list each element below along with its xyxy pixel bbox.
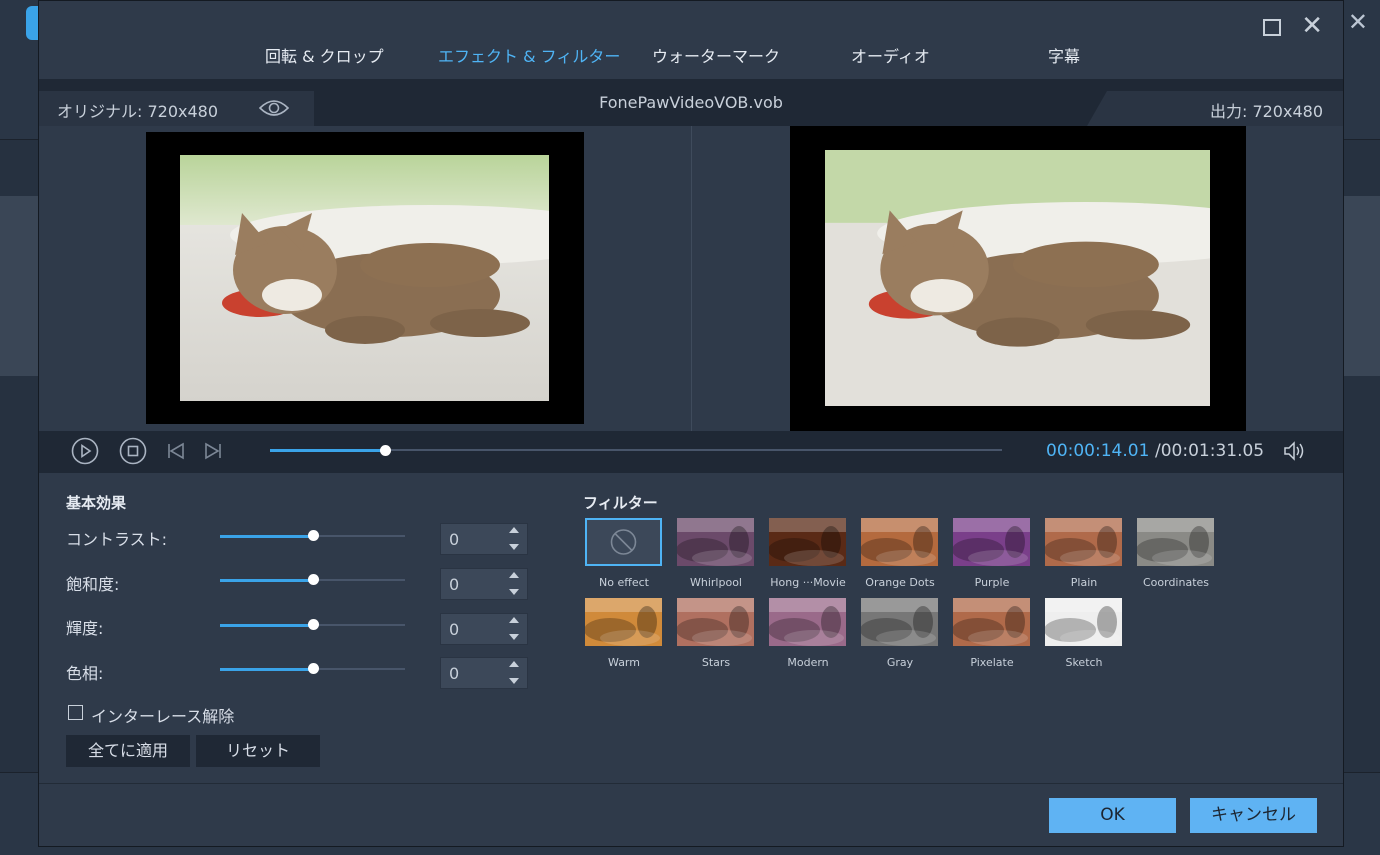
maximize-icon[interactable] [1263, 19, 1281, 36]
brightness-value[interactable]: 0 [449, 620, 459, 639]
app-close-icon[interactable]: ✕ [1348, 8, 1368, 36]
filter-preview-image [1137, 518, 1214, 566]
contrast-slider-handle[interactable] [307, 530, 319, 541]
timeline-handle[interactable] [379, 445, 391, 456]
contrast-value[interactable]: 0 [449, 530, 459, 549]
basic-effects-title: 基本効果 [66, 494, 127, 512]
increment-arrow-icon[interactable] [509, 617, 519, 623]
deinterlace-label[interactable]: インターレース解除 [91, 703, 234, 727]
brightness-slider-fill [220, 624, 313, 627]
reset-button[interactable]: リセット [196, 735, 320, 767]
filter-label: Sketch [1065, 656, 1103, 669]
no-effect-icon [610, 529, 637, 555]
hue-value[interactable]: 0 [449, 664, 459, 683]
hue-label: 色相: [66, 664, 104, 683]
filter-preview-image [953, 598, 1030, 646]
increment-arrow-icon[interactable] [509, 661, 519, 667]
hue-slider-handle[interactable] [307, 663, 319, 674]
contrast-label: コントラスト: [66, 530, 168, 549]
total-time: /00:01:31.05 [1155, 441, 1265, 461]
filter-preview-image [769, 518, 846, 566]
filter-label: Plain [1070, 576, 1098, 589]
volume-icon[interactable] [1283, 440, 1307, 462]
filter-preview-image [861, 518, 938, 566]
edit-dialog: 回転 & クロップ エフェクト & フィルター ウォーターマーク オーディオ 字… [38, 0, 1344, 847]
filter-preview-image [953, 518, 1030, 566]
timeline-progress [270, 449, 385, 452]
current-time: 00:00:14.01 [1046, 441, 1150, 461]
saturation-slider-handle[interactable] [307, 574, 319, 585]
filter-thumbnail[interactable] [953, 518, 1030, 566]
filter-preview-image [1045, 598, 1122, 646]
decrement-arrow-icon[interactable] [509, 678, 519, 684]
filter-label: Orange Dots [865, 576, 935, 589]
tab-rotate-crop[interactable]: 回転 & クロップ [265, 43, 384, 67]
filter-thumbnail[interactable] [861, 598, 938, 646]
filter-preview-image [769, 598, 846, 646]
filter-label: Whirlpool [690, 576, 742, 589]
decrement-arrow-icon[interactable] [509, 634, 519, 640]
original-preview-image [180, 155, 549, 401]
saturation-slider-fill [220, 579, 313, 582]
filter-label: Purple [974, 576, 1010, 589]
file-name: FonePawVideoVOB.vob [599, 93, 783, 112]
filter-label: Coordinates [1142, 576, 1210, 589]
ok-button[interactable]: OK [1049, 798, 1176, 833]
filter-thumbnail[interactable] [769, 598, 846, 646]
filter-preview-image [585, 598, 662, 646]
filter-thumbnail[interactable] [861, 518, 938, 566]
filter-thumbnail[interactable] [769, 518, 846, 566]
filter-label: Hong ···Movie [770, 576, 846, 589]
filter-label: Stars [701, 656, 731, 669]
filter-thumbnail[interactable] [953, 598, 1030, 646]
contrast-stepper[interactable]: 0 [440, 523, 528, 555]
increment-arrow-icon[interactable] [509, 527, 519, 533]
saturation-label: 飽和度: [66, 575, 120, 594]
deinterlace-checkbox[interactable] [68, 705, 83, 720]
output-preview-image [825, 150, 1210, 406]
filter-thumbnail[interactable] [585, 598, 662, 646]
stop-icon[interactable] [119, 437, 147, 465]
filters-title: フィルター [583, 494, 658, 512]
decrement-arrow-icon[interactable] [509, 544, 519, 550]
play-icon[interactable] [71, 437, 99, 465]
saturation-stepper[interactable]: 0 [440, 568, 528, 600]
brightness-label: 輝度: [66, 619, 104, 638]
tab-bar: 回転 & クロップ エフェクト & フィルター ウォーターマーク オーディオ 字… [39, 1, 1343, 79]
tab-subtitles[interactable]: 字幕 [1048, 43, 1080, 67]
apply-all-button[interactable]: 全てに適用 [66, 735, 190, 767]
close-icon[interactable]: ✕ [1301, 11, 1323, 41]
filter-thumbnail[interactable] [677, 518, 754, 566]
filter-thumbnail[interactable] [1045, 518, 1122, 566]
hue-slider-fill [220, 668, 313, 671]
brightness-slider-handle[interactable] [307, 619, 319, 630]
tab-audio[interactable]: オーディオ [851, 43, 930, 67]
filter-label: Gray [886, 656, 914, 669]
next-frame-icon[interactable] [203, 437, 223, 465]
brightness-stepper[interactable]: 0 [440, 613, 528, 645]
filter-thumbnail[interactable] [585, 518, 662, 566]
previous-frame-icon[interactable] [166, 437, 186, 465]
filter-preview-image [677, 518, 754, 566]
contrast-slider-fill [220, 535, 313, 538]
filter-thumbnail[interactable] [1045, 598, 1122, 646]
cancel-button[interactable]: キャンセル [1190, 798, 1317, 833]
filter-label: Modern [787, 656, 829, 669]
hue-stepper[interactable]: 0 [440, 657, 528, 689]
filter-preview-image [677, 598, 754, 646]
increment-arrow-icon[interactable] [509, 572, 519, 578]
filter-preview-image [861, 598, 938, 646]
decrement-arrow-icon[interactable] [509, 589, 519, 595]
filter-preview-image [1045, 518, 1122, 566]
filter-label: No effect [599, 576, 649, 589]
tab-effects-filters[interactable]: エフェクト & フィルター [438, 43, 620, 67]
filter-thumbnail[interactable] [1137, 518, 1214, 566]
tab-watermark[interactable]: ウォーターマーク [652, 43, 780, 67]
filter-label: Pixelate [970, 656, 1014, 669]
filter-label: Warm [608, 656, 640, 669]
filter-thumbnail[interactable] [677, 598, 754, 646]
output-resolution-label: 出力: 720x480 [1209, 102, 1323, 121]
saturation-value[interactable]: 0 [449, 575, 459, 594]
